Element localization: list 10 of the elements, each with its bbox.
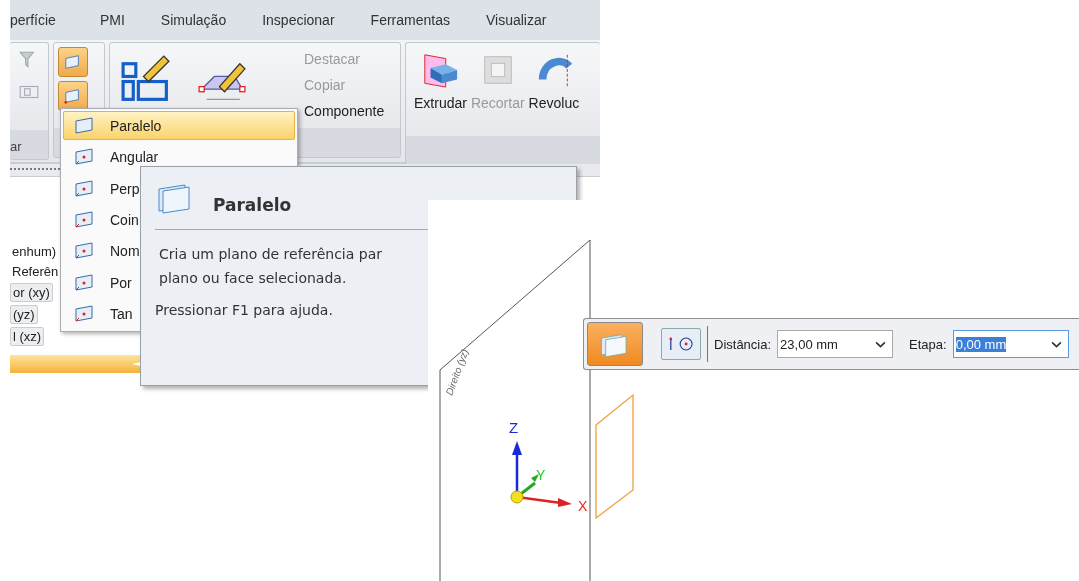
plane-label: Direito (yz) <box>443 347 471 397</box>
axis-label: X <box>578 498 588 514</box>
axis-label: Z <box>509 419 519 436</box>
axis-label: Y <box>536 467 546 483</box>
group-label: ar <box>10 139 22 154</box>
field-label: Distância: <box>714 336 772 352</box>
tooltip-title: Paralelo <box>213 195 292 217</box>
help-hint: Pressionar F1 para ajuda. <box>155 302 334 318</box>
field-label: Etapa: <box>909 336 947 352</box>
tooltip-description: Cria um plano de referência par plano ou face selecionada. <box>158 245 383 288</box>
